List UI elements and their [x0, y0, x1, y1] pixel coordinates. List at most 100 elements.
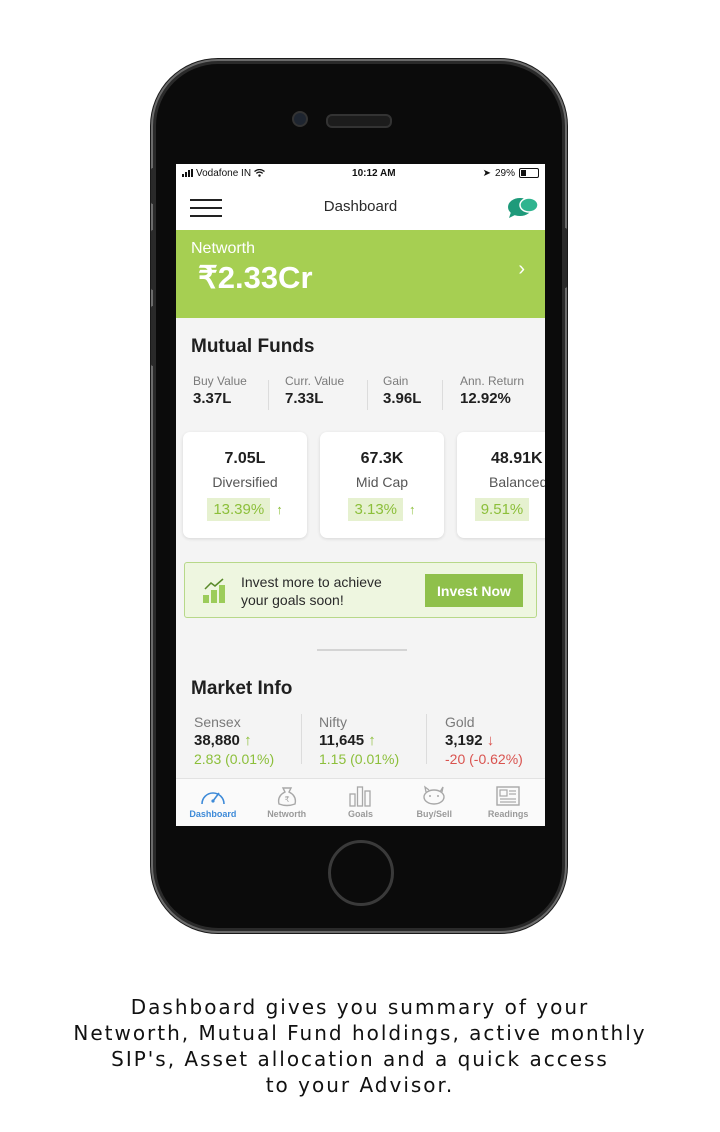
stat-label: Ann. Return — [460, 374, 525, 388]
chat-advisor-icon[interactable] — [507, 196, 539, 220]
stat-annual-return: Ann. Return 12.92% — [460, 374, 524, 407]
carrier-name: Vodafone IN — [196, 167, 252, 179]
card-value: 48.91K — [491, 450, 543, 467]
caption-line: SIP's, Asset allocation and a quick acce… — [111, 1047, 609, 1071]
tab-readings[interactable]: Readings — [471, 779, 545, 826]
invest-now-button[interactable]: Invest Now — [425, 574, 523, 607]
newspaper-icon — [496, 786, 520, 806]
mute-switch — [151, 168, 156, 204]
market-info-title: Market Info — [191, 678, 293, 699]
invest-message-line1: Invest more to achieve — [241, 574, 382, 590]
fund-card-mid-cap[interactable]: 67.3K Mid Cap 3.13% ↑ — [320, 432, 444, 538]
signal-icon — [182, 169, 193, 177]
market-item-gold[interactable]: Gold 3,192 ↓ -20 (-0.62%) — [445, 714, 523, 767]
location-icon: ➤ — [482, 167, 491, 179]
caption-text: Dashboard gives you summary of your Netw… — [40, 994, 680, 1098]
card-value: 7.05L — [224, 450, 266, 467]
mutual-funds-stats: Buy Value 3.37L Curr. Value 7.33L Gain 3… — [176, 374, 545, 410]
fund-card-balanced[interactable]: 48.91K Balanced 9.51% — [457, 432, 545, 538]
market-info-row: Sensex 38,880 ↑ 2.83 (0.01%) Nifty 11,64… — [176, 714, 545, 774]
piggy-bank-icon — [423, 785, 445, 805]
bottom-tab-bar: Dashboard ₹ Networth Goals Buy/Sell Read… — [176, 778, 545, 826]
tab-label: Readings — [487, 809, 529, 819]
arrow-up-icon: ↑ — [244, 732, 252, 749]
battery-percent: 29% — [494, 167, 515, 179]
status-bar: Vodafone IN 10:12 AM ➤ 29% — [176, 164, 545, 182]
coins-growth-icon — [203, 578, 225, 603]
card-name: Mid Cap — [355, 474, 409, 490]
caption-line: Dashboard gives you summary of your — [130, 995, 590, 1019]
tab-dashboard[interactable]: Dashboard — [176, 779, 250, 826]
arrow-up-icon: ↑ — [368, 732, 376, 749]
card-return: 3.13% — [348, 498, 404, 521]
divider — [367, 380, 368, 410]
phone-screen: Vodafone IN 10:12 AM ➤ 29% Dashboard Net… — [176, 164, 545, 826]
caption-line: to your Advisor. — [265, 1073, 455, 1097]
networth-value: ₹2.33Cr — [198, 260, 313, 295]
stat-label: Gain — [383, 374, 409, 388]
tab-networth[interactable]: ₹ Networth — [250, 779, 324, 826]
status-time: 10:12 AM — [352, 167, 396, 179]
caption-line: Networth, Mutual Fund holdings, active m… — [73, 1021, 647, 1045]
market-item-sensex[interactable]: Sensex 38,880 ↑ 2.83 (0.01%) — [194, 714, 274, 767]
section-divider — [317, 649, 407, 651]
stat-label: Buy Value — [193, 374, 247, 388]
home-button[interactable] — [328, 840, 394, 906]
rupee-bag-icon: ₹ — [277, 787, 296, 807]
stat-value: 3.37L — [193, 390, 232, 407]
page-title: Dashboard — [323, 197, 398, 215]
volume-up-button — [151, 230, 156, 290]
card-name: Diversified — [212, 474, 278, 490]
stat-label: Curr. Value — [285, 374, 345, 388]
arrow-up-icon: ↑ — [409, 502, 416, 517]
market-change: -20 (-0.62%) — [445, 751, 523, 767]
chevron-right-icon[interactable]: › — [518, 258, 525, 281]
fund-category-carousel[interactable]: 7.05L Diversified 13.39% ↑ 67.3K Mid Cap … — [183, 432, 545, 542]
market-value: 11,645 — [319, 732, 365, 749]
front-camera — [292, 111, 308, 127]
market-change: 1.15 (0.01%) — [319, 751, 400, 767]
card-return: 9.51% — [474, 498, 530, 521]
stat-value: 12.92% — [460, 390, 511, 407]
bar-chart-icon — [349, 786, 372, 807]
networth-label: Networth — [191, 240, 256, 257]
divider — [426, 714, 427, 764]
invest-message-line2: your goals soon! — [241, 592, 344, 608]
app-bar: Dashboard — [176, 182, 545, 230]
networth-card[interactable]: Networth ₹2.33Cr › — [176, 230, 545, 318]
stat-value: 7.33L — [285, 390, 324, 407]
market-value: 3,192 — [445, 732, 483, 749]
card-name: Balanced — [489, 474, 545, 490]
card-value: 67.3K — [360, 450, 404, 467]
divider — [268, 380, 269, 410]
volume-down-button — [151, 306, 156, 366]
speedometer-icon — [201, 792, 225, 805]
svg-text:₹: ₹ — [284, 795, 289, 804]
tab-label: Dashboard — [189, 809, 237, 819]
stat-buy-value: Buy Value 3.37L — [193, 374, 247, 407]
invest-message: Invest more to achieve your goals soon! — [241, 573, 382, 609]
stat-gain: Gain 3.96L — [383, 374, 421, 407]
stat-current-value: Curr. Value 7.33L — [285, 374, 344, 407]
wifi-icon — [254, 169, 265, 177]
menu-icon[interactable] — [190, 199, 222, 217]
earpiece-speaker — [326, 114, 392, 128]
card-return: 13.39% — [207, 498, 271, 521]
tab-goals[interactable]: Goals — [324, 779, 398, 826]
tab-label: Goals — [347, 809, 373, 819]
fund-card-diversified[interactable]: 7.05L Diversified 13.39% ↑ — [183, 432, 307, 538]
tab-buy-sell[interactable]: Buy/Sell — [397, 779, 471, 826]
market-name: Nifty — [319, 714, 347, 730]
power-button — [562, 228, 567, 288]
market-name: Gold — [445, 714, 475, 730]
market-value: 38,880 — [194, 732, 240, 749]
invest-banner: Invest more to achieve your goals soon! … — [184, 562, 537, 618]
market-change: 2.83 (0.01%) — [194, 751, 275, 767]
stat-value: 3.96L — [383, 390, 422, 407]
tab-label: Networth — [267, 809, 307, 819]
mutual-funds-title: Mutual Funds — [191, 336, 315, 357]
arrow-down-icon: ↓ — [486, 732, 495, 749]
market-item-nifty[interactable]: Nifty 11,645 ↑ 1.15 (0.01%) — [319, 714, 399, 767]
divider — [301, 714, 302, 764]
battery-icon — [519, 168, 539, 178]
